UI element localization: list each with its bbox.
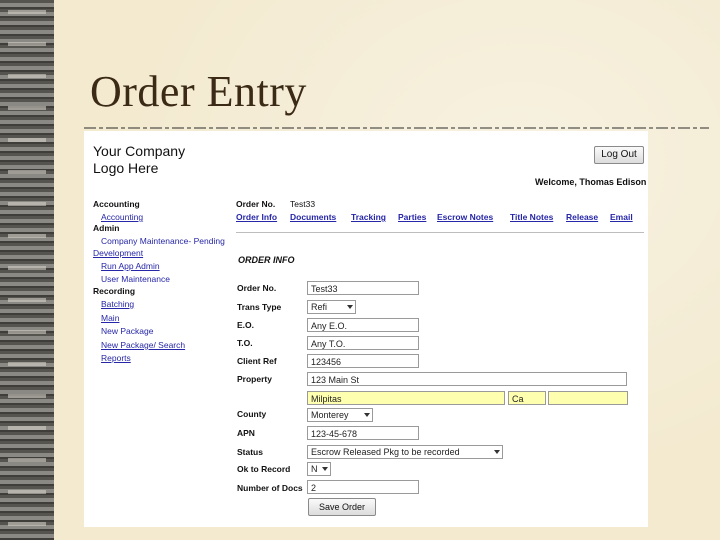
chevron-down-icon xyxy=(347,305,353,309)
nav-link-user-maintenance[interactable]: User Maintenance xyxy=(101,274,170,284)
notebook-binding xyxy=(0,0,54,540)
trans-type-value: Refi xyxy=(311,302,328,312)
status-label: Status xyxy=(237,447,263,457)
nav-link-company-maintenance[interactable]: Company Maintenance- Pending xyxy=(101,236,225,246)
to-label: T.O. xyxy=(237,338,253,348)
section-title: ORDER INFO xyxy=(238,255,295,265)
county-value: Monterey xyxy=(311,410,349,420)
apn-label: APN xyxy=(237,428,255,438)
logo-line-2: Logo Here xyxy=(93,160,159,176)
app-screenshot: Your Company Logo Here Log Out Welcome, … xyxy=(84,131,648,527)
company-logo: Your Company Logo Here xyxy=(93,143,185,177)
logout-button[interactable]: Log Out xyxy=(594,146,644,164)
number-of-docs-input[interactable]: 2 xyxy=(307,480,419,494)
status-value: Escrow Released Pkg to be recorded xyxy=(311,447,460,457)
nav-link-main[interactable]: Main xyxy=(101,313,119,323)
tab-order-info[interactable]: Order Info xyxy=(236,212,277,222)
tab-tracking[interactable]: Tracking xyxy=(351,212,386,222)
order-no-field-label: Order No. xyxy=(237,283,277,293)
property-state-input[interactable]: Ca xyxy=(508,391,546,405)
logo-line-1: Your Company xyxy=(93,143,186,159)
nav-link-new-package[interactable]: New Package xyxy=(101,326,153,336)
property-street-input[interactable]: 123 Main St xyxy=(307,372,627,386)
binding-rings xyxy=(8,0,46,540)
chevron-down-icon xyxy=(364,413,370,417)
order-no-value: Test33 xyxy=(290,199,316,209)
tab-email[interactable]: Email xyxy=(610,212,633,222)
tab-release[interactable]: Release xyxy=(566,212,598,222)
chevron-down-icon xyxy=(494,450,500,454)
tab-parties[interactable]: Parties xyxy=(398,212,426,222)
nav-link-development[interactable]: Development xyxy=(93,248,143,258)
ok-to-record-label: Ok to Record xyxy=(237,464,291,474)
nav-link-batching[interactable]: Batching xyxy=(101,299,134,309)
save-order-button[interactable]: Save Order xyxy=(308,498,376,516)
order-no-input[interactable]: Test33 xyxy=(307,281,419,295)
status-select[interactable]: Escrow Released Pkg to be recorded xyxy=(307,445,503,459)
ok-to-record-value: N xyxy=(311,464,318,474)
eo-input[interactable]: Any E.O. xyxy=(307,318,419,332)
client-ref-label: Client Ref xyxy=(237,356,277,366)
trans-type-select[interactable]: Refi xyxy=(307,300,356,314)
apn-input[interactable]: 123-45-678 xyxy=(307,426,419,440)
tab-title-notes[interactable]: Title Notes xyxy=(510,212,553,222)
to-input[interactable]: Any T.O. xyxy=(307,336,419,350)
tab-documents[interactable]: Documents xyxy=(290,212,336,222)
ok-to-record-select[interactable]: N xyxy=(307,462,331,476)
number-of-docs-label: Number of Docs xyxy=(237,483,303,493)
order-no-label: Order No. xyxy=(236,199,276,209)
property-city-input[interactable]: Milpitas xyxy=(307,391,505,405)
nav-heading-recording: Recording xyxy=(93,286,136,296)
property-label: Property xyxy=(237,374,272,384)
nav-link-reports[interactable]: Reports xyxy=(101,353,131,363)
tab-escrow-notes[interactable]: Escrow Notes xyxy=(437,212,493,222)
welcome-message: Welcome, Thomas Edison xyxy=(535,177,647,187)
nav-link-new-package-search[interactable]: New Package/ Search xyxy=(101,340,185,350)
nav-link-accounting[interactable]: Accounting xyxy=(101,212,143,222)
tab-divider xyxy=(236,232,644,233)
nav-link-run-app-admin[interactable]: Run App Admin xyxy=(101,261,160,271)
client-ref-input[interactable]: 123456 xyxy=(307,354,419,368)
county-label: County xyxy=(237,409,267,419)
eo-label: E.O. xyxy=(237,320,255,330)
nav-heading-admin: Admin xyxy=(93,223,120,233)
county-select[interactable]: Monterey xyxy=(307,408,373,422)
slide-title: Order Entry xyxy=(90,67,307,116)
trans-type-label: Trans Type xyxy=(237,302,282,312)
nav-heading-accounting: Accounting xyxy=(93,199,140,209)
chevron-down-icon xyxy=(322,467,328,471)
property-zip-input[interactable] xyxy=(548,391,628,405)
